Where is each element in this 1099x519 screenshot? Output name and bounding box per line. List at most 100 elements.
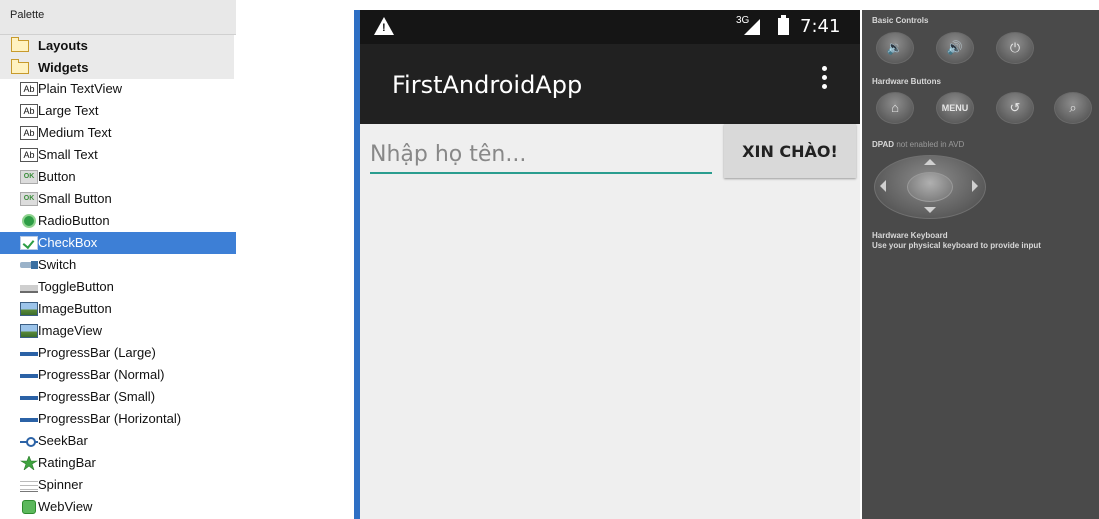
- home-button[interactable]: ⌂: [876, 92, 914, 124]
- palette-item-spinner[interactable]: Spinner: [0, 474, 236, 496]
- palette-item-imagebutton[interactable]: ImageButton: [0, 298, 236, 320]
- dpad-note: not enabled in AVD: [896, 140, 965, 149]
- seekbar-icon: [20, 437, 38, 447]
- switch-icon: [20, 261, 38, 269]
- palette-item-label: ProgressBar (Horizontal): [38, 411, 182, 426]
- button-ok-icon: OK: [20, 192, 38, 206]
- palette-item-label: ProgressBar (Small): [38, 389, 156, 404]
- palette-item-label: SeekBar: [38, 433, 88, 448]
- palette-item-progressbar-large[interactable]: ProgressBar (Large): [0, 342, 236, 364]
- dpad-left-icon[interactable]: [880, 180, 886, 192]
- menu-button[interactable]: MENU: [936, 92, 974, 124]
- palette-item-label: CheckBox: [38, 235, 98, 250]
- progress-bar-icon: [20, 418, 38, 422]
- palette-item-medium-text[interactable]: Ab Medium Text: [0, 122, 236, 144]
- palette-item-plain-textview[interactable]: Ab Plain TextView: [0, 78, 236, 100]
- palette-item-label: ProgressBar (Normal): [38, 367, 165, 382]
- dpad-up-icon[interactable]: [924, 159, 936, 165]
- progress-bar-icon: [20, 374, 38, 378]
- palette-item-ratingbar[interactable]: RatingBar: [0, 452, 236, 474]
- status-time: 7:41: [800, 16, 841, 37]
- palette-item-label: RadioButton: [38, 213, 110, 228]
- palette-item-label: ToggleButton: [38, 279, 114, 294]
- palette-item-label: RatingBar: [38, 455, 96, 470]
- text-ab-icon: Ab: [20, 148, 38, 162]
- text-ab-icon: Ab: [20, 126, 38, 140]
- app-title: FirstAndroidApp: [392, 71, 583, 99]
- signal-icon: [744, 19, 760, 35]
- palette-item-imageview[interactable]: ImageView: [0, 320, 236, 342]
- palette-item-button[interactable]: OK Button: [0, 166, 236, 188]
- toggle-icon: [20, 285, 38, 293]
- status-bar: 3G 7:41: [360, 10, 860, 44]
- palette-item-small-text[interactable]: Ab Small Text: [0, 144, 236, 166]
- palette-item-progressbar-small[interactable]: ProgressBar (Small): [0, 386, 236, 408]
- palette-group-layouts[interactable]: Layouts: [0, 35, 234, 57]
- radio-icon: [22, 214, 36, 228]
- palette-item-label: Plain TextView: [38, 81, 123, 96]
- dpad-center-button[interactable]: [907, 172, 953, 202]
- palette-item-switch[interactable]: Switch: [0, 254, 236, 276]
- search-button[interactable]: ⌕: [1054, 92, 1092, 124]
- palette-group-label: Widgets: [38, 60, 89, 75]
- palette-item-progressbar-horizontal[interactable]: ProgressBar (Horizontal): [0, 408, 236, 430]
- palette-item-label: Spinner: [38, 477, 83, 492]
- power-button[interactable]: ⏻: [996, 32, 1034, 64]
- hello-button[interactable]: XIN CHÀO!: [724, 124, 856, 178]
- progress-bar-icon: [20, 352, 38, 356]
- back-button[interactable]: ↺: [996, 92, 1034, 124]
- volume-down-button[interactable]: 🔉: [876, 32, 914, 64]
- palette-item-label: Large Text: [38, 103, 99, 118]
- palette-group-widgets[interactable]: Widgets: [0, 57, 234, 79]
- palette-item-large-text[interactable]: Ab Large Text: [0, 100, 236, 122]
- button-ok-icon: OK: [20, 170, 38, 184]
- dpad-label: DPAD not enabled in AVD: [872, 140, 964, 149]
- basic-controls-label: Basic Controls: [872, 16, 929, 25]
- app-bar: FirstAndroidApp: [360, 44, 860, 124]
- palette-item-label: Medium Text: [38, 125, 112, 140]
- dpad-right-icon[interactable]: [972, 180, 978, 192]
- image-icon: [20, 302, 38, 316]
- palette-item-togglebutton[interactable]: ToggleButton: [0, 276, 236, 298]
- name-input[interactable]: [370, 136, 712, 174]
- hardware-buttons-label: Hardware Buttons: [872, 77, 941, 86]
- folder-icon: [11, 59, 29, 74]
- palette-item-webview[interactable]: WebView: [0, 496, 236, 518]
- keyboard-note: Use your physical keyboard to provide in…: [872, 241, 1041, 250]
- palette-item-small-button[interactable]: OK Small Button: [0, 188, 236, 210]
- overflow-menu-icon[interactable]: [820, 66, 828, 94]
- warning-icon: [374, 17, 394, 35]
- web-icon: [22, 500, 36, 514]
- folder-icon: [11, 37, 29, 52]
- checkbox-icon: [20, 236, 38, 250]
- palette-group-label: Layouts: [38, 38, 88, 53]
- palette-item-label: Switch: [38, 257, 77, 272]
- palette-item-radiobutton[interactable]: RadioButton: [0, 210, 236, 232]
- palette-item-label: ProgressBar (Large): [38, 345, 156, 360]
- progress-bar-icon: [20, 396, 38, 400]
- image-icon: [20, 324, 38, 338]
- palette-item-label: ImageView: [38, 323, 103, 338]
- palette-item-label: Button: [38, 169, 76, 184]
- keyboard-title: Hardware Keyboard: [872, 231, 948, 240]
- palette-item-seekbar[interactable]: SeekBar: [0, 430, 236, 452]
- dpad-control[interactable]: [874, 155, 986, 219]
- text-ab-icon: Ab: [20, 104, 38, 118]
- spinner-icon: [20, 478, 38, 492]
- palette-item-progressbar-normal[interactable]: ProgressBar (Normal): [0, 364, 236, 386]
- dpad-down-icon[interactable]: [924, 207, 936, 213]
- palette-item-label: WebView: [38, 499, 93, 514]
- volume-up-button[interactable]: 🔊: [936, 32, 974, 64]
- palette-title: Palette: [10, 9, 45, 21]
- emulator-controls: Basic Controls 🔉 🔊 ⏻ Hardware Buttons ⌂ …: [862, 10, 1099, 519]
- palette-item-checkbox[interactable]: CheckBox: [0, 232, 236, 254]
- device-screen: 3G 7:41 FirstAndroidApp XIN CHÀO!: [360, 10, 860, 519]
- star-icon: [19, 455, 39, 471]
- palette-item-label: ImageButton: [38, 301, 112, 316]
- palette-header: Palette: [0, 0, 236, 35]
- palette-item-label: Small Text: [38, 147, 98, 162]
- palette-item-label: Small Button: [38, 191, 112, 206]
- dpad-title: DPAD: [872, 140, 895, 149]
- battery-icon: [778, 15, 789, 35]
- text-ab-icon: Ab: [20, 82, 38, 96]
